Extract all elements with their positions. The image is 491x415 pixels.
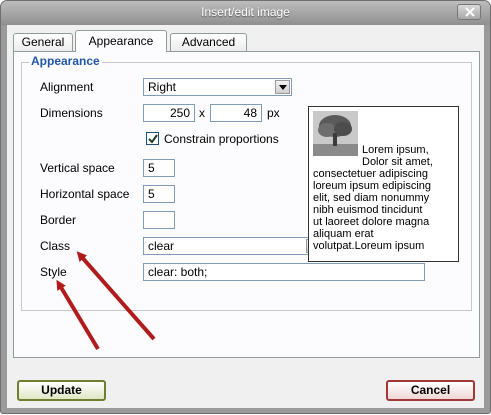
tab-general[interactable]: General xyxy=(13,33,73,51)
class-label: Class xyxy=(40,239,71,253)
dimensions-label: Dimensions xyxy=(40,106,103,120)
alignment-label: Alignment xyxy=(40,80,94,94)
preview-line: aliquam erat xyxy=(313,228,374,240)
title-bar[interactable]: Insert/edit image xyxy=(1,1,490,25)
style-label: Style xyxy=(40,265,67,279)
class-value: clear xyxy=(148,239,175,253)
class-select[interactable]: clear xyxy=(143,237,323,255)
vertical-space-label: Vertical space xyxy=(40,161,115,175)
height-input[interactable] xyxy=(210,104,262,122)
image-preview: Lorem ipsum, Dolor sit amet, consectetue… xyxy=(308,106,459,262)
horizontal-space-label: Horizontal space xyxy=(40,187,130,201)
fieldset-legend: Appearance xyxy=(29,54,102,68)
close-icon xyxy=(465,7,475,17)
checkmark-icon xyxy=(148,134,158,144)
close-button[interactable] xyxy=(457,4,481,20)
border-input[interactable] xyxy=(143,211,175,229)
tab-panel: Appearance Alignment Right Dimensions x … xyxy=(13,51,480,358)
tab-appearance[interactable]: Appearance xyxy=(75,30,167,52)
constrain-checkbox[interactable] xyxy=(146,132,159,145)
constrain-label[interactable]: Constrain proportions xyxy=(164,132,279,146)
window-title: Insert/edit image xyxy=(201,5,290,19)
style-input[interactable] xyxy=(143,263,425,281)
alignment-select[interactable]: Right xyxy=(143,78,292,96)
preview-line: loreum ipsum edipiscing xyxy=(313,180,431,192)
update-button[interactable]: Update xyxy=(17,380,106,401)
preview-line: elit, sed diam nonummy xyxy=(313,192,430,204)
dialog-window: Insert/edit image General Appearance Adv… xyxy=(0,0,491,414)
vertical-space-input[interactable] xyxy=(143,159,175,177)
dialog-body: General Appearance Advanced Appearance A… xyxy=(7,25,484,408)
tab-advanced[interactable]: Advanced xyxy=(170,33,247,51)
cancel-button[interactable]: Cancel xyxy=(386,380,475,401)
preview-line: volutpat.Loreum ipsum xyxy=(313,240,425,252)
preview-line: ut laoreet dolore magna xyxy=(313,216,430,228)
horizontal-space-input[interactable] xyxy=(143,185,175,203)
chevron-down-icon[interactable] xyxy=(275,80,290,94)
dimensions-separator: x xyxy=(199,106,205,120)
preview-line: nibh euismod tincidunt xyxy=(313,204,423,216)
alignment-value: Right xyxy=(148,80,177,94)
preview-line: consectetuer adipiscing xyxy=(313,168,428,180)
border-label: Border xyxy=(40,213,77,227)
preview-line: Dolor sit amet, xyxy=(362,156,433,168)
appearance-fieldset: Appearance Alignment Right Dimensions x … xyxy=(21,54,472,311)
tree-image xyxy=(313,111,358,156)
width-input[interactable] xyxy=(143,104,195,122)
dimensions-unit: px xyxy=(267,106,280,120)
